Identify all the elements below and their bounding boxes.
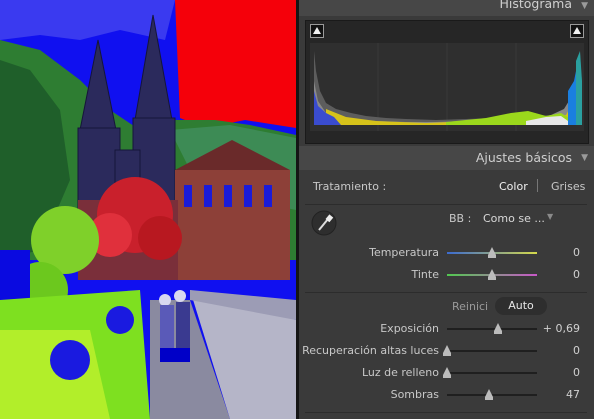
section-separator <box>305 204 587 205</box>
treatment-color-button[interactable]: Color <box>499 180 528 193</box>
blacks-thumb[interactable] <box>485 389 494 400</box>
blacks-value[interactable]: 47 <box>566 388 580 401</box>
photo-preview[interactable] <box>0 0 296 419</box>
blacks-slider[interactable] <box>447 389 537 400</box>
section-separator <box>305 412 587 413</box>
recovery-value[interactable]: 0 <box>573 344 580 357</box>
eyedropper-icon <box>311 210 337 236</box>
tone-auto-button[interactable]: Auto <box>495 297 547 315</box>
treatment-label: Tratamiento : <box>313 180 387 193</box>
white-balance-selector[interactable] <box>311 210 337 236</box>
fill-light-thumb[interactable] <box>443 367 451 378</box>
temperature-value[interactable]: 0 <box>573 246 580 259</box>
histogram-title: Histograma <box>499 0 572 11</box>
clipped-sky <box>175 0 296 128</box>
slider-label-recovery: Recuperación altas luces <box>302 344 439 357</box>
temperature-slider[interactable] <box>447 247 537 258</box>
slider-label-exposure: Exposición <box>380 322 439 335</box>
histogram-graph <box>310 43 584 131</box>
wb-select[interactable]: Como se ... <box>483 212 545 225</box>
fill-light-slider[interactable] <box>443 367 537 378</box>
collapse-triangle-icon[interactable]: ▼ <box>581 1 588 11</box>
develop-panel: Histograma ▼ Ajustes básicos ▼ Tratamien… <box>299 0 594 419</box>
treatment-divider <box>537 179 538 192</box>
dropdown-chevron-icon[interactable]: ▼ <box>547 212 553 221</box>
fill-light-value[interactable]: 0 <box>573 366 580 379</box>
slider-label-temperature: Temperatura <box>369 246 439 259</box>
histogram[interactable] <box>305 20 589 144</box>
wb-label: BB : <box>449 212 472 225</box>
recovery-slider[interactable] <box>443 345 537 356</box>
tint-slider[interactable] <box>447 269 537 280</box>
exposure-value[interactable]: + 0,69 <box>543 322 580 335</box>
slider-label-fill-light: Luz de relleno <box>361 366 439 379</box>
temperature-thumb[interactable] <box>488 247 496 258</box>
lightroom-window: Histograma ▼ Ajustes básicos ▼ Tratamien… <box>0 0 594 419</box>
photo-image <box>0 0 296 419</box>
histogram-header[interactable]: Histograma ▼ <box>299 0 594 16</box>
exposure-thumb[interactable] <box>494 323 503 334</box>
basic-title: Ajustes básicos <box>475 150 572 165</box>
section-separator <box>305 292 587 293</box>
tone-reset-button[interactable]: Reinici <box>452 300 488 313</box>
collapse-triangle-icon[interactable]: ▼ <box>581 153 588 163</box>
slider-label-blacks: Sombras <box>390 388 439 401</box>
slider-label-tint: Tinte <box>411 268 440 281</box>
recovery-thumb[interactable] <box>443 345 451 356</box>
tint-value[interactable]: 0 <box>573 268 580 281</box>
treatment-gray-button[interactable]: Grises <box>551 180 585 193</box>
exposure-slider[interactable] <box>447 323 537 334</box>
tint-thumb[interactable] <box>488 269 496 280</box>
basic-header[interactable]: Ajustes básicos ▼ <box>299 146 594 170</box>
